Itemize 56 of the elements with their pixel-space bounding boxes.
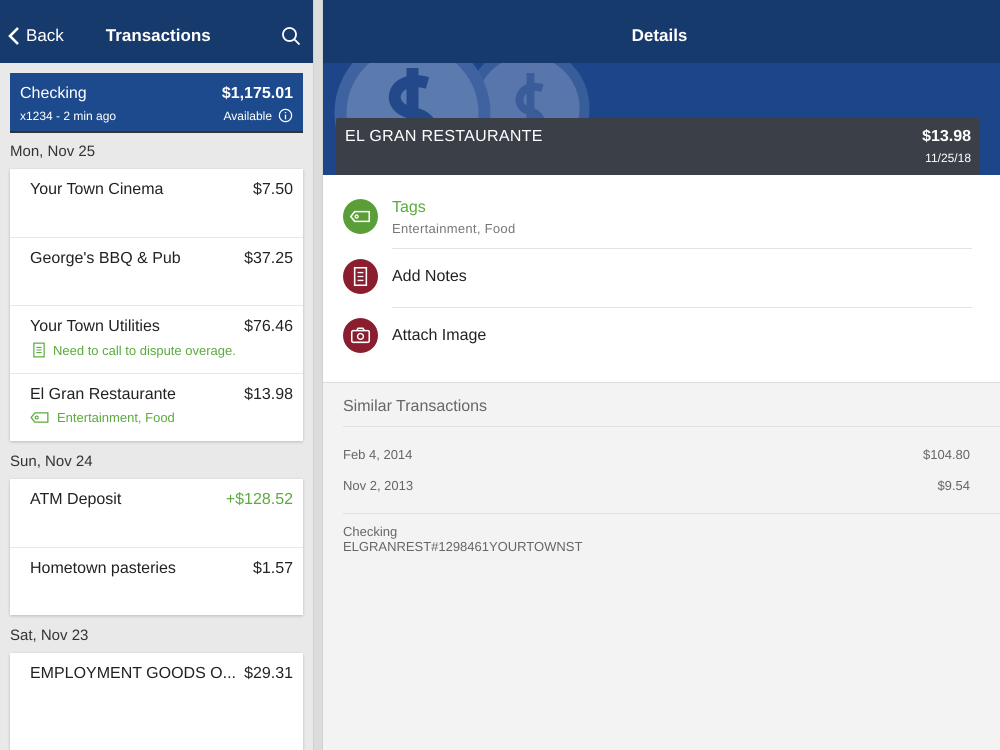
note-icon bbox=[33, 342, 45, 358]
transaction-amount: $9.54 bbox=[937, 478, 970, 493]
transaction-amount: $13.98 bbox=[244, 386, 293, 404]
date-header: Sat, Nov 23 bbox=[10, 626, 90, 646]
merchant-name: Your Town Cinema bbox=[30, 181, 164, 199]
action-row[interactable]: Tags Entertainment, Food bbox=[343, 195, 972, 255]
transaction-row[interactable]: George's BBQ & Pub $37.25 bbox=[10, 237, 303, 305]
balance-label: Available bbox=[224, 108, 272, 122]
chevron-icon bbox=[8, 26, 20, 46]
transaction-amount: $104.80 bbox=[923, 447, 970, 462]
screen-title: Details bbox=[632, 26, 688, 46]
transaction-note: Entertainment, Food bbox=[57, 410, 175, 425]
section-title: Similar Transactions bbox=[343, 383, 1000, 427]
account-name: Checking bbox=[343, 524, 398, 539]
transaction-note: Need to call to dispute overage. bbox=[53, 342, 236, 358]
account-subtitle: x1234 - 2 min ago bbox=[20, 108, 116, 122]
transaction-amount: $13.98 bbox=[922, 128, 971, 146]
screen-title: Transactions bbox=[106, 26, 212, 46]
action-row[interactable]: Add Notes bbox=[343, 255, 972, 314]
transaction-description: ELGRANREST#1298461YOURTOWNST bbox=[343, 539, 584, 554]
account-card[interactable]: Checking $1,175.01 x1234 - 2 min ago Available bbox=[10, 73, 303, 133]
transaction-row[interactable]: Hometown pasteries $1.57 bbox=[10, 547, 303, 615]
transaction-row[interactable]: Your Town Utilities $76.46 Need to call to dispute overage. bbox=[10, 305, 303, 373]
transaction-amount: $1.57 bbox=[252, 560, 293, 578]
transaction-row[interactable]: Your Town Cinema $7.50 bbox=[10, 169, 303, 237]
merchant-name: George's BBQ & Pub bbox=[30, 250, 181, 268]
back-button[interactable]: Back bbox=[8, 26, 64, 46]
merchant-name: EL GRAN RESTAURANTE bbox=[345, 128, 543, 147]
account-balance: $1,175.01 bbox=[222, 85, 293, 103]
tag-list: Entertainment, Food bbox=[392, 221, 972, 236]
transaction-date: Feb 4, 2014 bbox=[343, 447, 412, 462]
transaction-row[interactable]: EMPLOYMENT GOODS O... $29.31 bbox=[10, 653, 303, 721]
transaction-amount: $76.46 bbox=[244, 318, 293, 336]
account-name: Checking bbox=[20, 85, 87, 103]
transaction-amount: $29.31 bbox=[244, 665, 293, 683]
action-label: Add Notes bbox=[392, 268, 468, 286]
info-icon[interactable] bbox=[278, 108, 293, 123]
transaction-row[interactable]: ATM Deposit +$128.52 bbox=[10, 479, 303, 547]
transaction-date: 11/25/18 bbox=[925, 151, 971, 165]
tag-icon bbox=[30, 411, 49, 424]
date-header: Mon, Nov 25 bbox=[10, 142, 96, 162]
search-icon[interactable] bbox=[281, 26, 301, 46]
merchant-name: El Gran Restaurante bbox=[30, 386, 176, 404]
transaction-amount: $7.50 bbox=[252, 181, 293, 199]
transaction-row[interactable]: El Gran Restaurante $13.98 Entertainment, Food bbox=[10, 373, 303, 441]
date-header: Sun, Nov 24 bbox=[10, 452, 94, 472]
transaction-amount: $37.25 bbox=[244, 250, 293, 268]
action-label: Attach Image bbox=[392, 327, 488, 345]
merchant-name: ATM Deposit bbox=[30, 491, 122, 509]
transaction-amount: +$128.52 bbox=[226, 491, 293, 509]
transaction-date: Nov 2, 2013 bbox=[343, 478, 414, 493]
action-row[interactable]: Attach Image bbox=[343, 314, 972, 372]
merchant-name: Your Town Utilities bbox=[30, 318, 160, 336]
merchant-name: EMPLOYMENT GOODS O... bbox=[30, 665, 236, 683]
action-label: Tags bbox=[392, 199, 427, 217]
merchant-name: Hometown pasteries bbox=[30, 560, 176, 578]
